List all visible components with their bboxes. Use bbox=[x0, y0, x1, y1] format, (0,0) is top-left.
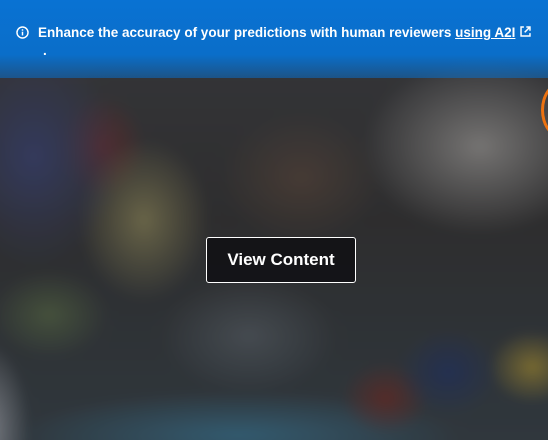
info-banner: Enhance the accuracy of your predictions… bbox=[0, 0, 548, 78]
info-banner-row: Enhance the accuracy of your predictions… bbox=[16, 24, 536, 42]
using-a2i-link[interactable]: using A2I bbox=[455, 25, 515, 40]
info-icon bbox=[16, 26, 29, 39]
view-content-button[interactable]: View Content bbox=[206, 237, 356, 283]
external-link-icon[interactable] bbox=[519, 25, 532, 38]
info-banner-message: Enhance the accuracy of your predictions… bbox=[38, 24, 532, 42]
info-banner-period: . bbox=[43, 43, 47, 58]
info-banner-text: Enhance the accuracy of your predictions… bbox=[38, 25, 456, 40]
content-preview-frame: Enhance the accuracy of your predictions… bbox=[0, 0, 548, 440]
